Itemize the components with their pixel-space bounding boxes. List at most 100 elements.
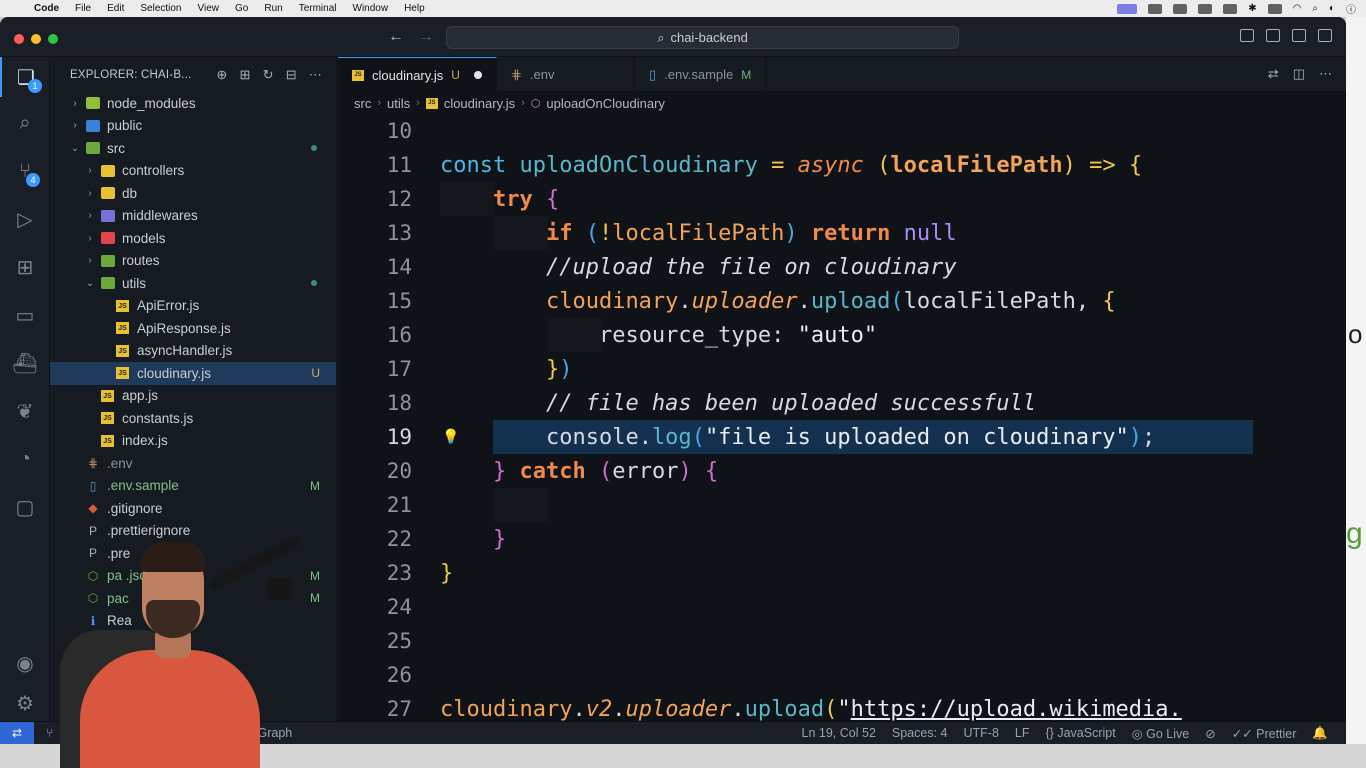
tray-app-icon[interactable] — [1173, 3, 1188, 14]
branch-icon[interactable]: ⑂ — [46, 726, 54, 740]
no-bell-icon[interactable]: ⊘ — [1205, 726, 1215, 741]
new-folder-icon[interactable]: ⊞ — [240, 67, 251, 83]
menu-terminal[interactable]: Terminal — [291, 3, 345, 14]
breadcrumb-utils[interactable]: utils — [387, 96, 410, 111]
folder-item[interactable]: › models — [50, 227, 336, 250]
folder-item[interactable]: ⌄ src — [50, 137, 336, 160]
file-item[interactable]: JS asyncHandler.js — [50, 340, 336, 363]
folder-item[interactable]: › node_modules — [50, 92, 336, 115]
close-window-button[interactable] — [14, 34, 24, 44]
breadcrumb-symbol[interactable]: uploadOnCloudinary — [546, 96, 665, 111]
source-control-icon[interactable]: ⑂ 4 — [0, 151, 50, 191]
menu-go[interactable]: Go — [227, 3, 256, 14]
folder-item[interactable]: › middlewares — [50, 205, 336, 228]
chevron-right-icon: › — [88, 165, 92, 177]
split-editor-icon[interactable]: ◫ — [1293, 66, 1305, 82]
file-item[interactable]: ⋕ .env — [50, 452, 336, 475]
new-file-icon[interactable]: ⊕ — [216, 67, 227, 83]
remote-indicator-icon[interactable]: ⇄ — [0, 721, 34, 744]
zoom-window-button[interactable] — [48, 34, 58, 44]
file-item[interactable]: JS index.js — [50, 430, 336, 453]
menu-selection[interactable]: Selection — [132, 3, 189, 14]
encoding[interactable]: UTF-8 — [963, 726, 998, 741]
run-debug-icon[interactable]: ▷ — [0, 199, 50, 239]
minimize-window-button[interactable] — [31, 34, 41, 44]
indentation[interactable]: Spaces: 4 — [892, 726, 948, 741]
folder-item[interactable]: ⌄ utils — [50, 272, 336, 295]
more-actions-icon[interactable]: ⋯ — [309, 67, 322, 83]
more-actions-icon[interactable]: ⋯ — [1319, 66, 1332, 82]
menu-window[interactable]: Window — [345, 3, 397, 14]
javascript-file-icon: JS — [425, 97, 438, 109]
comments-icon[interactable]: ▢ — [0, 487, 50, 527]
file-item[interactable]: JS ApiResponse.js — [50, 317, 336, 340]
live-share-icon[interactable]: ◔ — [0, 439, 50, 479]
customize-layout-icon[interactable] — [1318, 29, 1332, 42]
refresh-icon[interactable]: ↻ — [263, 67, 274, 83]
breadcrumb-src[interactable]: src — [354, 96, 371, 111]
screen-record-icon[interactable] — [1117, 3, 1138, 14]
tab-env-sample[interactable]: ▯ .env.sample M — [635, 57, 767, 92]
folder-item[interactable]: › db — [50, 182, 336, 205]
toggle-secondary-sidebar-icon[interactable] — [1292, 29, 1306, 42]
toggle-sidebar-icon[interactable] — [1240, 29, 1254, 42]
editor-actions: ⇄ ◫ ⋯ — [1268, 57, 1346, 91]
tab-env[interactable]: ⋕ .env — [497, 57, 635, 92]
bluetooth-icon[interactable]: ✱ — [1248, 3, 1256, 14]
open-changes-icon[interactable]: ⇄ — [1268, 66, 1279, 82]
explorer-icon[interactable]: ❏ 1 — [0, 57, 50, 97]
language-mode[interactable]: {} JavaScript — [1046, 726, 1116, 741]
tab-cloudinary-js[interactable]: JS cloudinary.js U — [338, 57, 497, 92]
folder-item[interactable]: › controllers — [50, 160, 336, 183]
prettier-status[interactable]: ✓✓ Prettier — [1232, 726, 1297, 741]
breadcrumb-file[interactable]: cloudinary.js — [444, 96, 515, 111]
notifications-bell-icon[interactable]: 🔔 — [1312, 726, 1328, 741]
search-icon[interactable]: ⌕ — [1312, 3, 1318, 14]
menu-view[interactable]: View — [190, 3, 228, 14]
chevron-down-icon: ⌄ — [85, 277, 95, 289]
folder-item[interactable]: › public — [50, 115, 336, 138]
settings-gear-icon[interactable]: ⚙ — [0, 683, 50, 723]
toggle-panel-icon[interactable] — [1266, 29, 1280, 42]
unsaved-dot-icon[interactable] — [473, 71, 482, 79]
collapse-all-icon[interactable]: ⊟ — [286, 67, 297, 83]
tray-app-icon[interactable] — [1198, 3, 1213, 14]
file-item[interactable]: ◆ .gitignore — [50, 497, 336, 520]
go-live-button[interactable]: ◎ Go Live — [1132, 726, 1190, 741]
docker-icon[interactable]: ⛴ — [0, 343, 50, 383]
code-line: 15 cloudinary.uploader.upload(localFileP… — [338, 284, 1346, 318]
menu-edit[interactable]: Edit — [99, 3, 132, 14]
remote-explorer-icon[interactable]: ▭ — [0, 295, 50, 335]
history-nav: ← → — [388, 28, 434, 46]
control-center-icon[interactable]: ◐ — [1329, 3, 1335, 14]
menu-help[interactable]: Help — [396, 3, 433, 14]
file-item[interactable]: ▯ .env.sample M — [50, 475, 336, 498]
folder-item[interactable]: › routes — [50, 250, 336, 273]
code-editor[interactable]: 10 11 const uploadOnCloudinary = async (… — [338, 114, 1346, 722]
menu-run[interactable]: Run — [256, 3, 290, 14]
tray-app-icon[interactable] — [1223, 3, 1238, 14]
menu-file[interactable]: File — [67, 3, 99, 14]
command-center[interactable]: ⌕ chai-backend — [446, 26, 959, 49]
file-item[interactable]: JS ApiError.js — [50, 295, 336, 318]
javascript-file-icon: JS — [116, 344, 129, 357]
extensions-icon[interactable]: ⊞ — [0, 247, 50, 287]
cursor-position[interactable]: Ln 19, Col 52 — [802, 726, 876, 741]
file-item[interactable]: JS cloudinary.js U — [50, 362, 336, 385]
end-of-line[interactable]: LF — [1015, 726, 1030, 741]
back-arrow-icon[interactable]: ← — [388, 28, 404, 46]
file-item[interactable]: JS app.js — [50, 385, 336, 408]
folder-icon — [101, 277, 115, 290]
tray-app-icon[interactable] — [1148, 3, 1163, 14]
menu-code[interactable]: Code — [26, 3, 67, 14]
account-icon[interactable]: ◉ — [0, 643, 50, 683]
forward-arrow-icon[interactable]: → — [418, 28, 434, 46]
code-line: 24 — [338, 590, 1346, 624]
search-icon[interactable]: ⌕ — [0, 103, 50, 143]
display-icon[interactable] — [1267, 3, 1282, 14]
wifi-icon[interactable]: ◠ — [1293, 3, 1302, 14]
info-icon[interactable]: ⓘ — [1346, 1, 1356, 16]
mongodb-icon[interactable]: ❦ — [0, 391, 50, 431]
tree-item-label: asyncHandler.js — [137, 343, 233, 359]
file-item[interactable]: JS constants.js — [50, 407, 336, 430]
